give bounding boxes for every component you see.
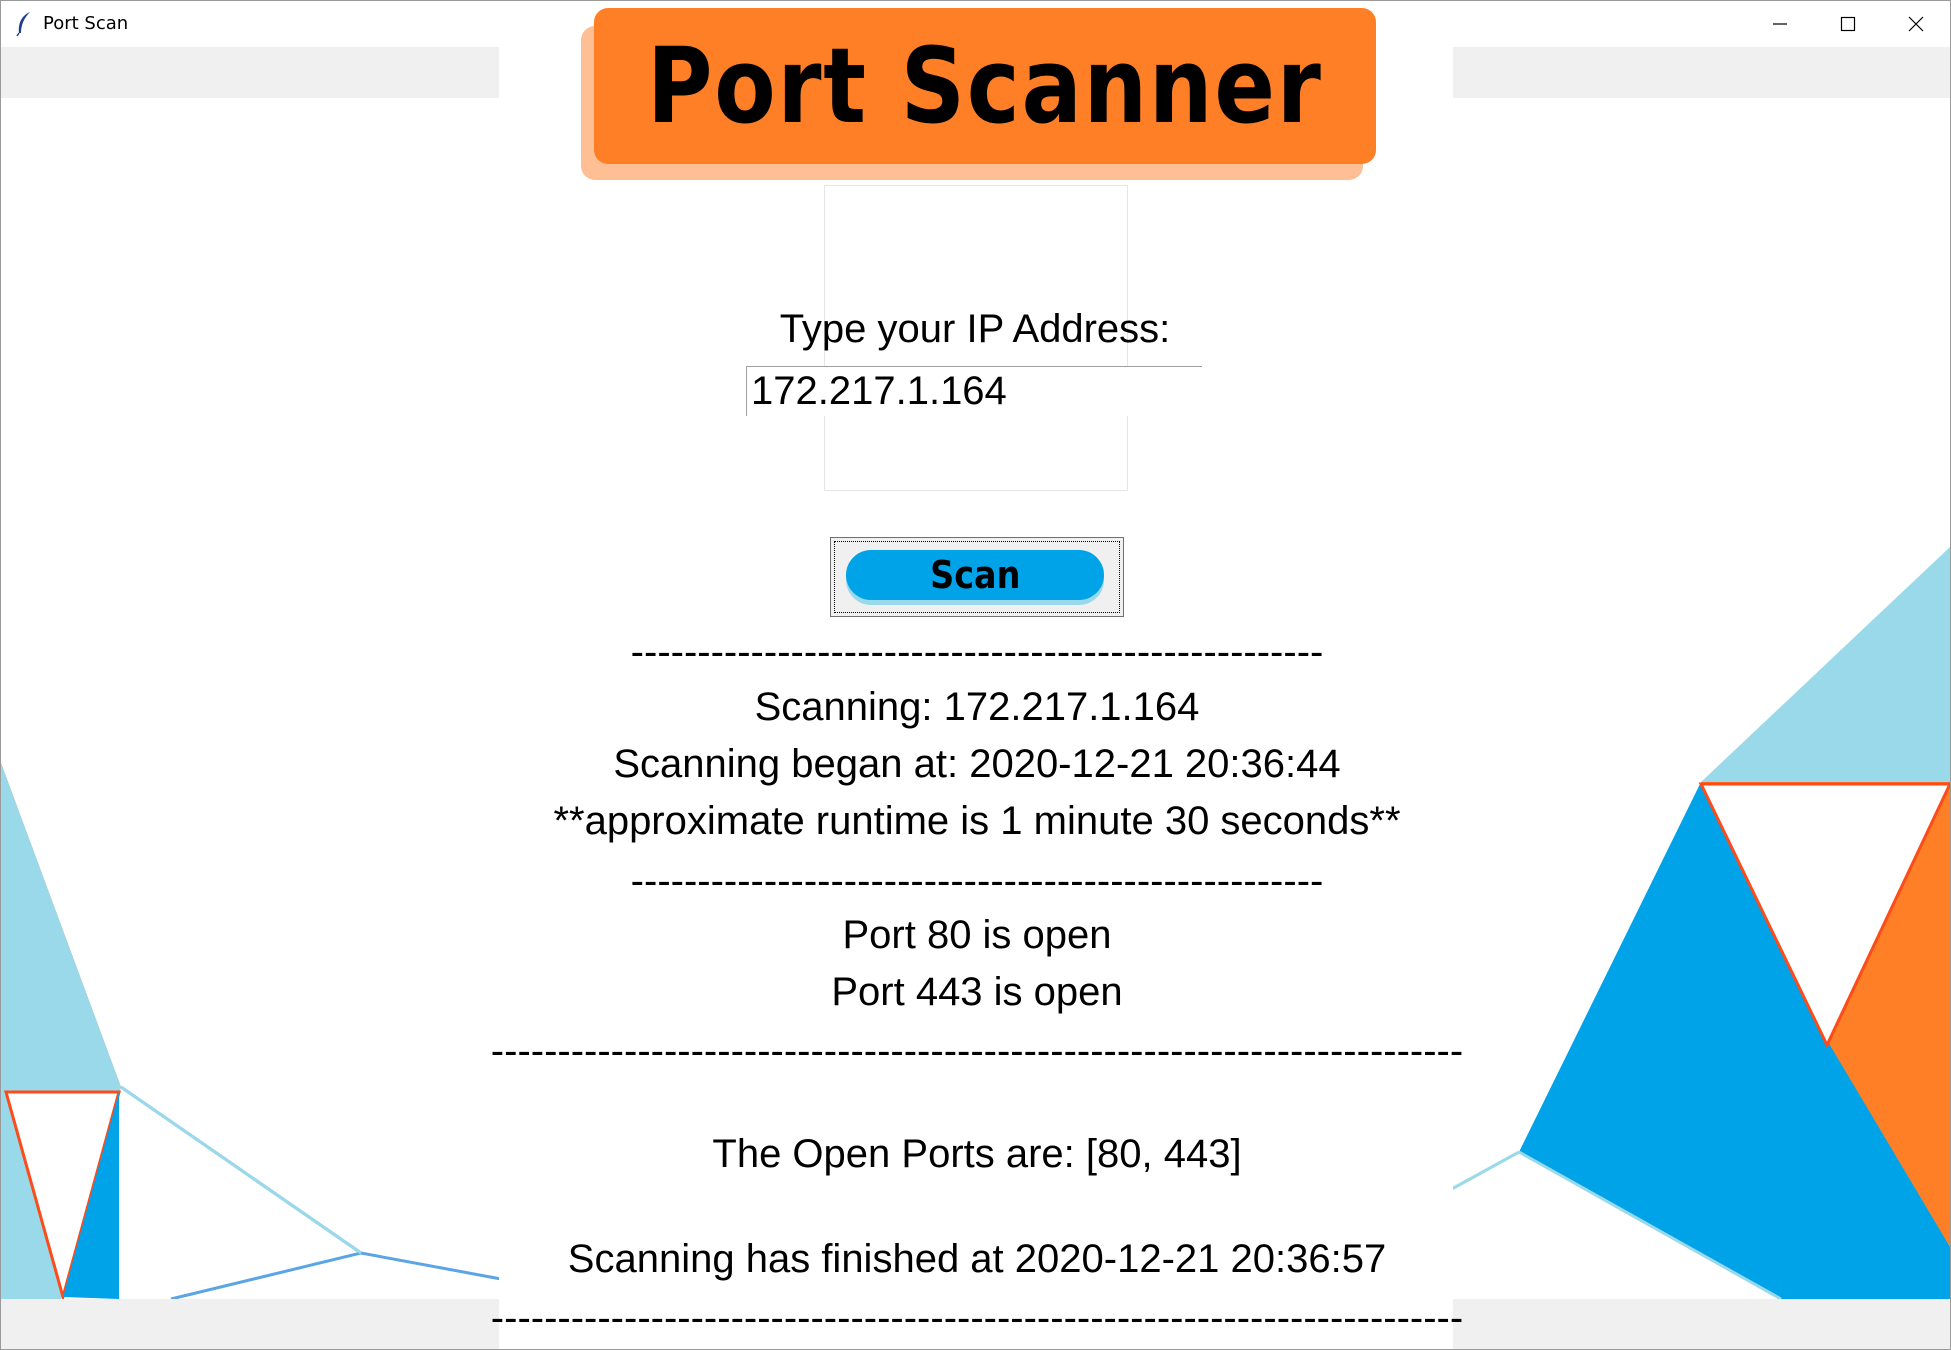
separator-long: ----------------------------------------… xyxy=(490,1296,1464,1340)
maximize-icon xyxy=(1840,16,1856,32)
feather-icon xyxy=(16,12,30,37)
ip-address-input[interactable] xyxy=(746,366,1202,416)
open-port-line: Port 443 is open xyxy=(831,970,1123,1014)
title-banner: Port Scanner xyxy=(581,8,1376,188)
scan-button-label: Scan xyxy=(929,553,1021,597)
scan-button[interactable]: Scan xyxy=(830,537,1124,617)
scan-button-pill[interactable]: Scan xyxy=(846,550,1104,600)
window-title: Port Scan xyxy=(43,13,129,34)
minimize-icon xyxy=(1773,23,1787,25)
ip-address-label: Type your IP Address: xyxy=(779,307,1171,351)
separator-short: ----------------------------------------… xyxy=(630,630,1324,674)
runtime-note-text: **approximate runtime is 1 minute 30 sec… xyxy=(553,799,1401,843)
minimize-button[interactable] xyxy=(1745,1,1815,47)
maximize-button[interactable] xyxy=(1813,1,1883,47)
banner-box: Port Scanner xyxy=(594,8,1376,164)
banner-title: Port Scanner xyxy=(647,25,1323,147)
scan-finished-text: Scanning has finished at 2020-12-21 20:3… xyxy=(567,1237,1387,1281)
separator-long: ----------------------------------------… xyxy=(490,1029,1464,1073)
app-window: Port Scan Port Scanner Type your IP Addr… xyxy=(0,0,1951,1350)
open-ports-summary: The Open Ports are: [80, 443] xyxy=(712,1132,1242,1176)
scanning-target-text: Scanning: 172.217.1.164 xyxy=(754,685,1200,729)
separator-short: ----------------------------------------… xyxy=(630,859,1324,903)
close-button[interactable] xyxy=(1881,1,1950,47)
scan-start-text: Scanning began at: 2020-12-21 20:36:44 xyxy=(613,742,1341,786)
close-icon xyxy=(1908,16,1924,32)
open-port-line: Port 80 is open xyxy=(842,913,1112,957)
